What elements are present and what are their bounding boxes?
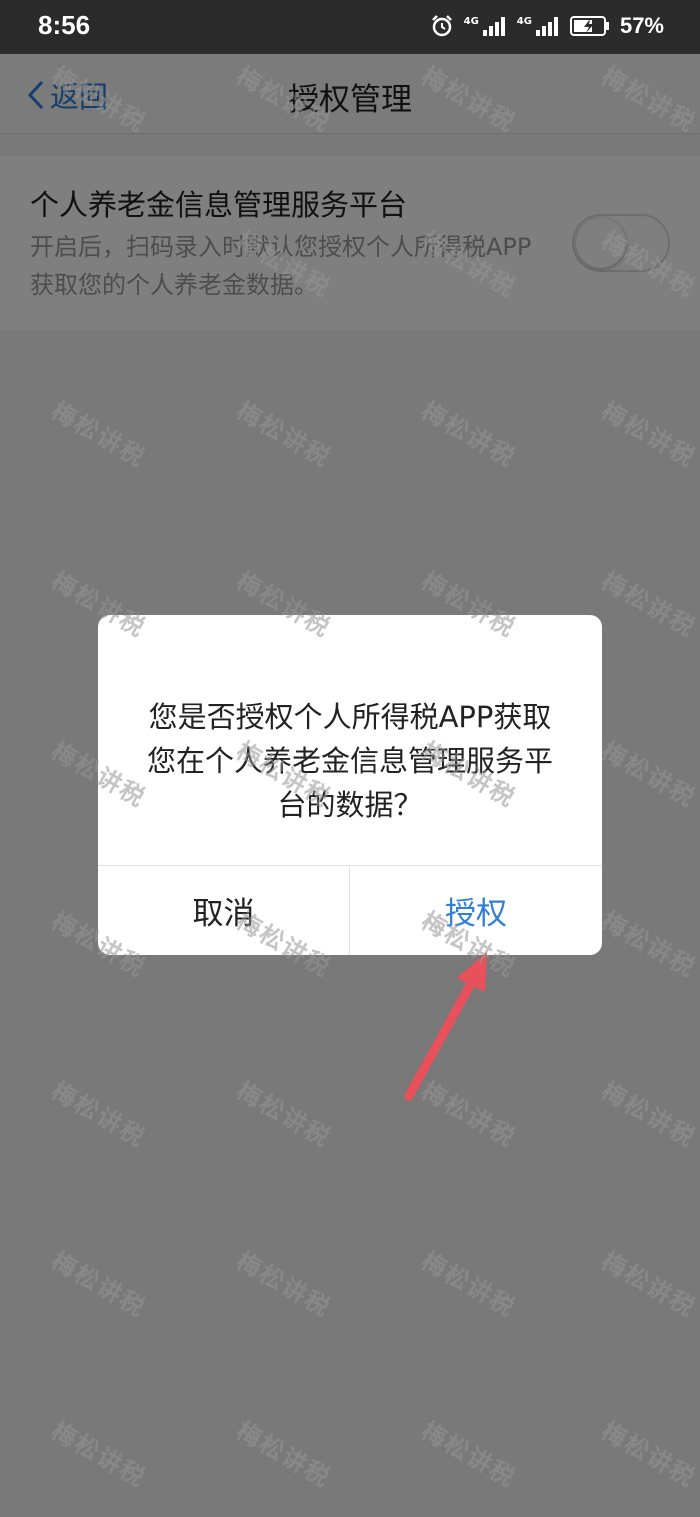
network-type-label: 4G — [516, 16, 532, 27]
alarm-icon — [431, 15, 452, 37]
battery-percent: 57% — [619, 13, 664, 38]
pointer-arrow-icon — [404, 952, 487, 1101]
network-type-label: 4G — [463, 16, 479, 27]
authorization-dialog: 您是否授权个人所得税APP获取您在个人养老金信息管理服务平台的数据？ 取消 授权 — [98, 615, 602, 955]
signal-4g-icon: 4G — [517, 15, 560, 37]
dialog-message: 您是否授权个人所得税APP获取您在个人养老金信息管理服务平台的数据？ — [146, 700, 553, 822]
signal-4g-icon: 4G — [464, 15, 507, 37]
status-time: 8:56 — [38, 10, 91, 40]
status-bar: 8:56 4G 4G 57% — [0, 0, 700, 54]
cancel-button[interactable]: 取消 — [98, 866, 350, 955]
battery-charging-icon — [569, 16, 609, 36]
status-icons: 4G 4G 57% — [430, 13, 664, 39]
